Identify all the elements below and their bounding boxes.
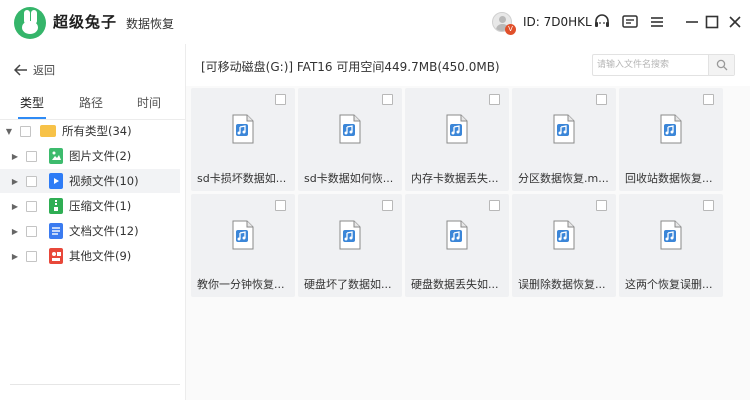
- file-checkbox[interactable]: [703, 200, 714, 211]
- expand-arrow-icon[interactable]: ▶: [10, 151, 20, 161]
- tree-item-videos[interactable]: ▶ 视频文件(10): [0, 169, 180, 193]
- file-name: 硬盘坏了数据如...: [304, 278, 392, 291]
- folder-icon: [40, 125, 56, 137]
- file-checkbox[interactable]: [596, 94, 607, 105]
- collapse-arrow-icon[interactable]: ▼: [4, 126, 14, 136]
- file-checkbox[interactable]: [703, 94, 714, 105]
- search-icon: [716, 59, 727, 71]
- path-bar: [可移动磁盘(G:)] FAT16 可用空间449.7MB(450.0MB): [186, 44, 750, 86]
- audio-file-icon: [339, 220, 361, 250]
- file-checkbox[interactable]: [489, 94, 500, 105]
- search-input[interactable]: [593, 55, 708, 75]
- tree-item-label: 其他文件(9): [69, 249, 132, 263]
- tree-checkbox[interactable]: [26, 175, 37, 187]
- back-button[interactable]: 返回: [14, 62, 55, 78]
- menu-icon[interactable]: [648, 13, 666, 31]
- tree-checkbox[interactable]: [26, 225, 37, 237]
- file-checkbox[interactable]: [382, 94, 393, 105]
- audio-file-icon: [446, 220, 468, 250]
- file-card[interactable]: 硬盘数据丢失如...: [405, 194, 509, 297]
- file-checkbox[interactable]: [275, 200, 286, 211]
- file-checkbox[interactable]: [275, 94, 286, 105]
- file-name: 这两个恢复误删...: [625, 278, 713, 291]
- close-icon[interactable]: [726, 13, 744, 31]
- tree-item-label: 所有类型(34): [62, 124, 132, 138]
- file-checkbox[interactable]: [489, 200, 500, 211]
- tab-type[interactable]: 类型: [20, 94, 44, 111]
- tree-item-documents[interactable]: ▶ 文档文件(12): [0, 219, 180, 243]
- audio-file-icon: [232, 220, 254, 250]
- audio-file-icon: [660, 220, 682, 250]
- file-name: 分区数据恢复.m...: [518, 172, 609, 185]
- audio-file-icon: [553, 220, 575, 250]
- audio-file-icon: [446, 114, 468, 144]
- sidebar-divider: [10, 384, 180, 385]
- file-card[interactable]: sd卡数据如何恢...: [298, 88, 402, 191]
- file-name: sd卡数据如何恢...: [304, 172, 394, 185]
- tree-checkbox[interactable]: [26, 250, 37, 262]
- audio-file-icon: [660, 114, 682, 144]
- vip-badge: V: [505, 24, 516, 35]
- tree-item-all-types[interactable]: ▼ 所有类型(34): [0, 119, 180, 143]
- other-file-icon: [49, 248, 63, 264]
- app-logo: [14, 7, 46, 39]
- sidebar: 返回 类型 路径 时间 ▼ 所有类型(34) ▶ 图片文件(2) ▶ 视频文件(…: [0, 44, 186, 400]
- user-id: ID: 7D0HKL: [523, 15, 592, 29]
- file-name: 内存卡数据丢失...: [411, 172, 499, 185]
- file-card[interactable]: 内存卡数据丢失...: [405, 88, 509, 191]
- image-file-icon: [49, 148, 63, 164]
- app-brand: 超级兔子: [53, 13, 118, 31]
- tree-checkbox[interactable]: [26, 150, 37, 162]
- maximize-icon[interactable]: [703, 13, 721, 31]
- file-name: 回收站数据恢复...: [625, 172, 713, 185]
- expand-arrow-icon[interactable]: ▶: [10, 201, 20, 211]
- expand-arrow-icon[interactable]: ▶: [10, 251, 20, 261]
- tree-item-archives[interactable]: ▶ 压缩文件(1): [0, 194, 180, 218]
- title-bar: 超级兔子 数据恢复 V ID: 7D0HKL: [0, 0, 750, 44]
- file-grid: sd卡损坏数据如... sd卡数据如何恢... 内存卡数据丢失... 分区数据恢…: [186, 86, 750, 400]
- file-card[interactable]: sd卡损坏数据如...: [191, 88, 295, 191]
- back-label: 返回: [33, 64, 55, 77]
- file-checkbox[interactable]: [596, 200, 607, 211]
- app-subtitle: 数据恢复: [126, 17, 175, 31]
- minimize-icon[interactable]: [683, 13, 701, 31]
- feedback-icon[interactable]: [621, 13, 639, 31]
- tab-path[interactable]: 路径: [79, 94, 103, 111]
- archive-file-icon: [49, 198, 63, 214]
- tree-item-label: 图片文件(2): [69, 149, 132, 163]
- file-card[interactable]: 分区数据恢复.m...: [512, 88, 616, 191]
- file-card[interactable]: 教你一分钟恢复...: [191, 194, 295, 297]
- audio-file-icon: [553, 114, 575, 144]
- file-card[interactable]: 这两个恢复误删...: [619, 194, 723, 297]
- view-tabs: 类型 路径 时间: [0, 94, 186, 118]
- file-name: sd卡损坏数据如...: [197, 172, 287, 185]
- tree-item-label: 压缩文件(1): [69, 199, 132, 213]
- file-card[interactable]: 硬盘坏了数据如...: [298, 194, 402, 297]
- audio-file-icon: [339, 114, 361, 144]
- tree-checkbox[interactable]: [26, 200, 37, 212]
- tree-checkbox[interactable]: [20, 125, 31, 137]
- search-box: [592, 54, 735, 76]
- document-file-icon: [49, 223, 63, 239]
- tree-item-images[interactable]: ▶ 图片文件(2): [0, 144, 180, 168]
- tree-item-others[interactable]: ▶ 其他文件(9): [0, 244, 180, 268]
- expand-arrow-icon[interactable]: ▶: [10, 176, 20, 186]
- current-path: [可移动磁盘(G:)] FAT16 可用空间449.7MB(450.0MB): [201, 60, 500, 74]
- file-name: 误删除数据恢复...: [518, 278, 606, 291]
- file-checkbox[interactable]: [382, 200, 393, 211]
- support-icon[interactable]: [593, 13, 611, 31]
- file-card[interactable]: 误删除数据恢复...: [512, 194, 616, 297]
- tab-time[interactable]: 时间: [137, 94, 161, 111]
- arrow-left-icon: [14, 64, 27, 76]
- tree-item-label: 文档文件(12): [69, 224, 139, 238]
- file-name: 硬盘数据丢失如...: [411, 278, 499, 291]
- audio-file-icon: [232, 114, 254, 144]
- expand-arrow-icon[interactable]: ▶: [10, 226, 20, 236]
- search-button[interactable]: [708, 55, 734, 75]
- video-file-icon: [49, 173, 63, 189]
- file-name: 教你一分钟恢复...: [197, 278, 285, 291]
- file-card[interactable]: 回收站数据恢复...: [619, 88, 723, 191]
- tree-item-label: 视频文件(10): [69, 174, 139, 188]
